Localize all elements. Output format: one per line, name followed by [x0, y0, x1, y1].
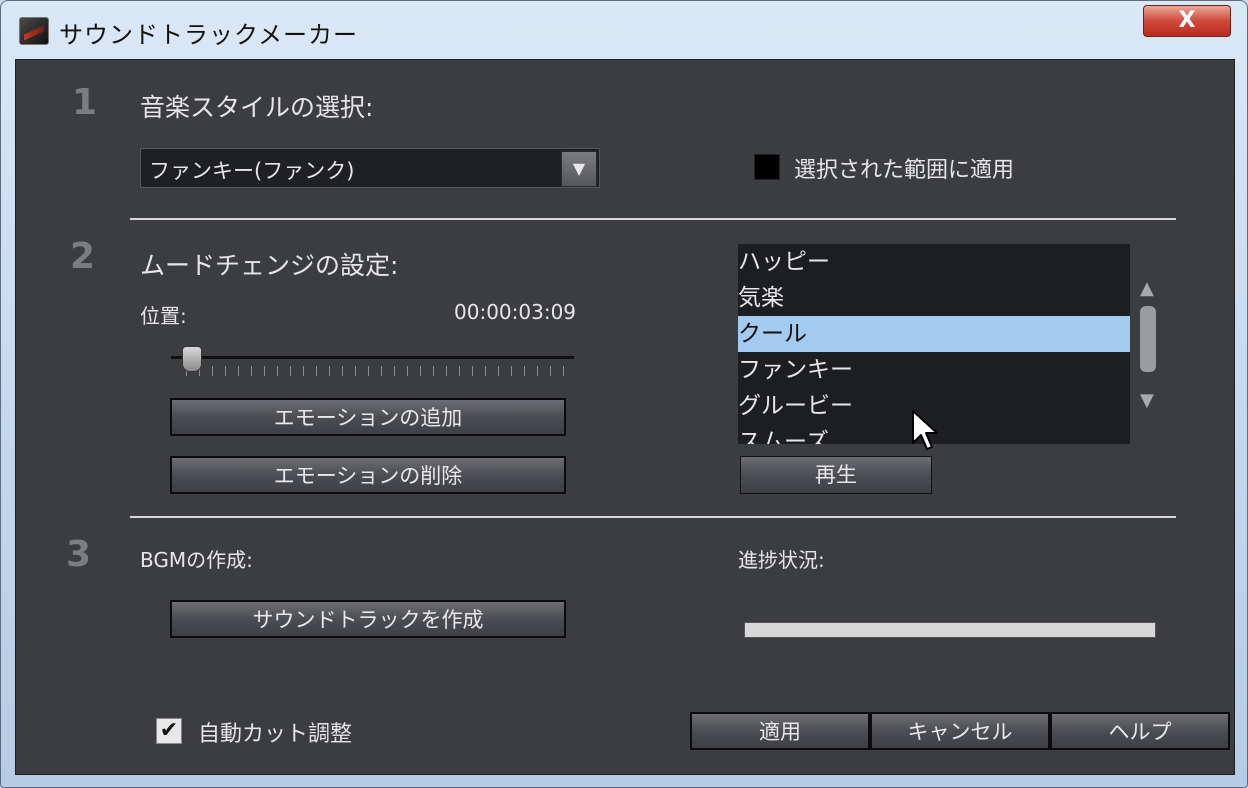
auto-cut-label: 自動カット調整 [198, 722, 353, 747]
mouse-cursor-icon [912, 410, 938, 450]
music-style-heading: 音楽スタイルの選択: [140, 93, 374, 122]
soundtrack-maker-window: サウンドトラックメーカー X 1 音楽スタイルの選択: ファンキー(ファンク) … [0, 0, 1248, 788]
scroll-thumb[interactable] [1140, 306, 1156, 372]
step-2-number: 2 [70, 236, 96, 277]
scroll-down-icon[interactable]: ▼ [1140, 390, 1154, 411]
cancel-button[interactable]: キャンセル [870, 712, 1050, 750]
dialog-content: 1 音楽スタイルの選択: ファンキー(ファンク) ▼ 選択された範囲に適用 2 … [15, 59, 1235, 775]
add-emotion-button[interactable]: エモーションの追加 [170, 398, 566, 436]
position-slider-thumb[interactable] [182, 346, 202, 372]
mood-list-item-selected[interactable]: クール [738, 316, 1130, 352]
position-slider-ticks [186, 366, 576, 376]
mood-list-item[interactable]: 気楽 [738, 280, 1130, 316]
create-bgm-heading: BGMの作成: [140, 548, 253, 572]
position-slider-track[interactable] [171, 356, 574, 359]
soundtrack-app-icon [19, 17, 49, 45]
dropdown-arrow-icon[interactable]: ▼ [561, 151, 597, 187]
step-3-number: 3 [66, 534, 92, 575]
close-button[interactable]: X [1143, 5, 1231, 37]
progress-bar [744, 622, 1156, 638]
create-soundtrack-button[interactable]: サウンドトラックを作成 [170, 600, 566, 638]
music-style-selected: ファンキー(ファンク) [149, 159, 355, 183]
title-bar[interactable]: サウンドトラックメーカー X [1, 1, 1247, 59]
check-icon: ✔ [159, 718, 179, 743]
apply-selection-checkbox[interactable] [754, 154, 780, 180]
scroll-up-icon[interactable]: ▲ [1140, 278, 1154, 299]
progress-bar-fill [745, 623, 1155, 637]
window-title: サウンドトラックメーカー [59, 21, 359, 49]
mood-change-heading: ムードチェンジの設定: [140, 251, 399, 280]
section-divider-2 [130, 516, 1176, 518]
music-style-dropdown[interactable]: ファンキー(ファンク) ▼ [140, 148, 600, 188]
auto-cut-checkbox[interactable]: ✔ [156, 718, 182, 744]
apply-selection-label: 選択された範囲に適用 [794, 158, 1015, 183]
delete-emotion-button[interactable]: エモーションの削除 [170, 456, 566, 494]
help-button[interactable]: ヘルプ [1050, 712, 1230, 750]
mood-list-item[interactable]: ハッピー [738, 244, 1130, 280]
mood-list-scrollbar[interactable]: ▲ ▼ [1136, 278, 1160, 420]
progress-label: 進捗状況: [738, 548, 825, 572]
play-button[interactable]: 再生 [740, 456, 932, 494]
mood-list-item[interactable]: ファンキー [738, 352, 1130, 388]
position-time: 00:00:03:09 [454, 300, 577, 324]
position-label: 位置: [140, 304, 187, 328]
apply-button[interactable]: 適用 [690, 712, 870, 750]
section-divider-1 [130, 218, 1176, 220]
step-1-number: 1 [72, 82, 98, 123]
